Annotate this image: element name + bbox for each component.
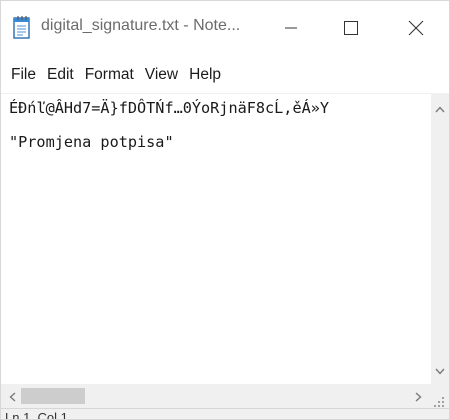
status-bar: Ln 1, Col 1 bbox=[1, 408, 449, 420]
editor-line-2: "Promjena potpisa" bbox=[9, 133, 174, 151]
editor-line-1: ÉĐńľ@ÂHd7=Ä}fDÔTŃf…0ÝoRjnäF8cĹ,ěÁ»Y bbox=[9, 99, 330, 117]
vertical-scrollbar[interactable] bbox=[431, 94, 449, 384]
close-button[interactable] bbox=[386, 1, 446, 55]
text-editor-area[interactable]: ÉĐńľ@ÂHd7=Ä}fDÔTŃf…0ÝoRjnäF8cĹ,ěÁ»Y "Pro… bbox=[1, 94, 431, 384]
notepad-window: digital_signature.txt - Note... File Edi… bbox=[0, 0, 450, 420]
status-text: Ln 1, Col 1 bbox=[5, 410, 68, 420]
menu-format[interactable]: Format bbox=[80, 62, 139, 88]
notepad-app-icon[interactable] bbox=[13, 15, 31, 39]
menu-file[interactable]: File bbox=[6, 62, 41, 88]
menu-view[interactable]: View bbox=[140, 62, 183, 88]
chevron-right-icon bbox=[415, 387, 422, 406]
scroll-left-button[interactable] bbox=[3, 384, 21, 408]
chevron-down-icon bbox=[435, 360, 445, 379]
menu-edit[interactable]: Edit bbox=[42, 62, 79, 88]
scroll-up-button[interactable] bbox=[431, 98, 449, 116]
menu-help[interactable]: Help bbox=[184, 62, 226, 88]
scroll-right-button[interactable] bbox=[409, 384, 427, 408]
menu-bar: File Edit Format View Help bbox=[1, 61, 449, 89]
horizontal-scroll-thumb[interactable] bbox=[21, 388, 85, 404]
minimize-icon bbox=[285, 22, 297, 34]
chevron-left-icon bbox=[8, 387, 16, 406]
chevron-up-icon bbox=[435, 98, 445, 117]
window-title: digital_signature.txt - Note... bbox=[41, 17, 241, 34]
maximize-icon bbox=[344, 21, 358, 35]
resize-grip-icon[interactable] bbox=[433, 393, 445, 407]
close-icon bbox=[408, 20, 424, 36]
horizontal-scrollbar[interactable] bbox=[1, 384, 431, 408]
maximize-button[interactable] bbox=[321, 1, 381, 55]
title-bar[interactable]: digital_signature.txt - Note... bbox=[1, 1, 449, 55]
scrollbar-corner bbox=[431, 384, 449, 408]
minimize-button[interactable] bbox=[261, 1, 321, 55]
scroll-down-button[interactable] bbox=[431, 360, 449, 378]
